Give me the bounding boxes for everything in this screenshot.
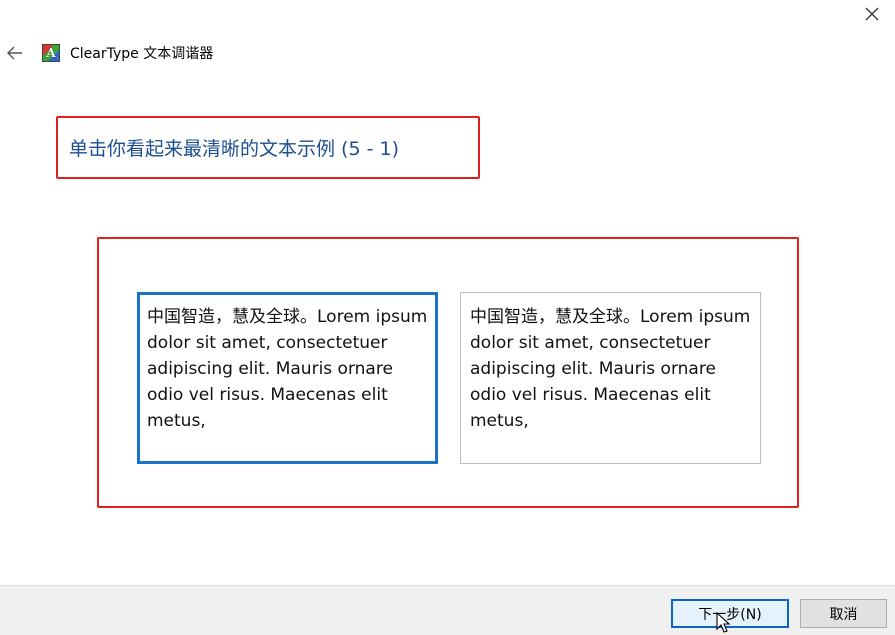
cleartype-app-icon: A	[42, 44, 60, 62]
text-sample-1[interactable]: 中国智造，慧及全球。Lorem ipsum dolor sit amet, co…	[137, 292, 438, 464]
footer-bar: 下一步(N) 取消	[0, 585, 895, 635]
close-icon	[865, 7, 879, 21]
app-header: A ClearType 文本调谐器	[42, 42, 213, 64]
close-button[interactable]	[849, 0, 895, 28]
app-icon-letter: A	[46, 46, 56, 60]
back-arrow-icon	[7, 46, 22, 60]
cancel-button[interactable]: 取消	[800, 599, 887, 628]
instruction-highlight: 单击你看起来最清晰的文本示例 (5 - 1)	[56, 116, 480, 179]
cleartype-tuner-window: A ClearType 文本调谐器 单击你看起来最清晰的文本示例 (5 - 1)…	[0, 0, 895, 635]
instruction-heading: 单击你看起来最清晰的文本示例 (5 - 1)	[69, 138, 399, 160]
text-sample-2-content: 中国智造，慧及全球。Lorem ipsum dolor sit amet, co…	[470, 307, 751, 431]
text-sample-1-content: 中国智造，慧及全球。Lorem ipsum dolor sit amet, co…	[147, 307, 428, 431]
text-sample-2[interactable]: 中国智造，慧及全球。Lorem ipsum dolor sit amet, co…	[460, 292, 761, 464]
back-button[interactable]	[2, 40, 28, 66]
mouse-cursor-icon	[716, 612, 731, 633]
app-title: ClearType 文本调谐器	[70, 46, 214, 62]
